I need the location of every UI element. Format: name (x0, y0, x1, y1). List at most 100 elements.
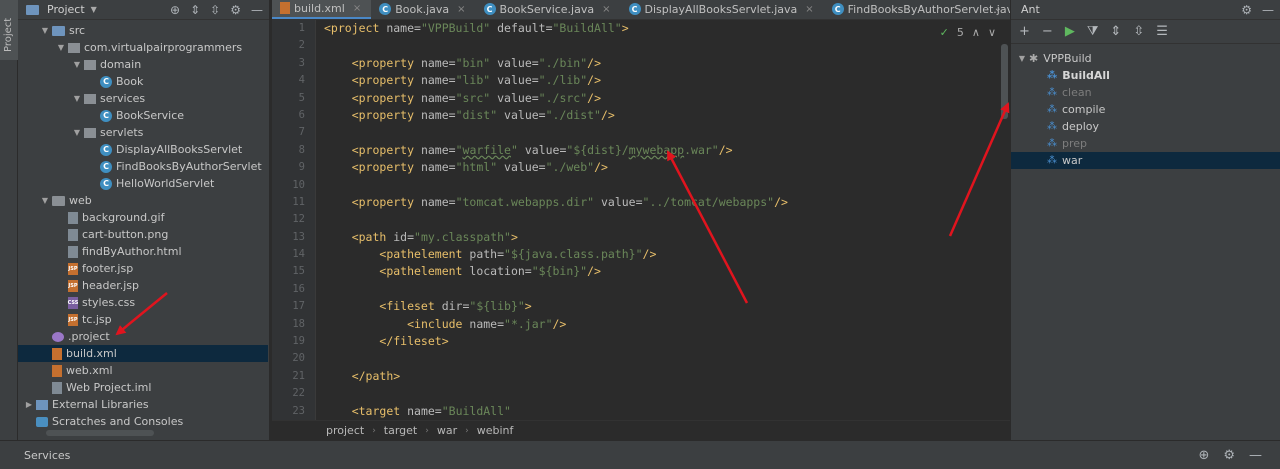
ant-target[interactable]: ⁂ prep (1011, 135, 1280, 152)
project-panel-title[interactable]: Project (47, 3, 85, 16)
chevron-right-icon: › (425, 425, 429, 436)
tree-item[interactable]: ▼ services (18, 90, 268, 107)
tree-item[interactable]: JSP footer.jsp (18, 260, 268, 277)
ant-target[interactable]: ⁂ clean (1011, 84, 1280, 101)
class-icon: C (100, 160, 112, 173)
tree-item[interactable]: .project (18, 328, 268, 345)
filter-icon[interactable]: ⧩ (1087, 24, 1099, 39)
tree-item-label: services (100, 92, 146, 105)
code-line: <property name="bin" value="./bin"/> (351, 55, 601, 70)
tree-item[interactable]: C Book (18, 73, 268, 90)
project-horizontal-scrollbar[interactable] (46, 430, 154, 436)
chevron-down-icon[interactable]: ▼ (40, 196, 50, 205)
editor-vertical-scrollbar[interactable] (1001, 44, 1008, 119)
close-icon[interactable]: × (602, 4, 610, 15)
tree-item-label: background.gif (82, 211, 165, 224)
chevron-right-icon[interactable]: ▶ (24, 400, 34, 409)
tree-item-label: styles.css (82, 296, 136, 309)
scratch-icon (36, 416, 48, 427)
ant-target[interactable]: ⁂ war (1011, 152, 1280, 169)
tree-item[interactable]: C DisplayAllBooksServlet (18, 141, 268, 158)
run-icon[interactable]: ▶ (1065, 24, 1075, 39)
chevron-right-icon: › (465, 425, 469, 436)
ant-root[interactable]: ▼ ✱ VPPBuild (1011, 50, 1280, 67)
collapse-all-icon[interactable]: ⇳ (1133, 24, 1144, 39)
ant-target[interactable]: ⁂ deploy (1011, 118, 1280, 135)
next-highlight-icon[interactable]: ∨ (988, 26, 996, 39)
chevron-down-icon[interactable]: ▼ (72, 128, 82, 137)
tree-item[interactable]: C BookService (18, 107, 268, 124)
chevron-down-icon[interactable]: ▼ (72, 60, 82, 69)
tree-item[interactable]: C FindBooksByAuthorServlet (18, 158, 268, 175)
tree-item[interactable]: build.xml (18, 345, 268, 362)
hide-icon[interactable]: — (251, 3, 263, 17)
collapse-all-icon[interactable]: ⇳ (210, 3, 220, 17)
tree-item[interactable]: web.xml (18, 362, 268, 379)
tabs-overflow-icon[interactable]: ⌄ (994, 3, 1002, 14)
close-icon[interactable]: × (805, 4, 813, 15)
breadcrumb-item[interactable]: target (384, 424, 417, 437)
project-tool-tab[interactable]: Project (0, 0, 18, 60)
locate-icon[interactable]: ⊕ (170, 3, 180, 17)
expand-all-icon[interactable]: ⇕ (1110, 24, 1121, 39)
tree-item[interactable]: JSP tc.jsp (18, 311, 268, 328)
class-icon: C (628, 3, 641, 15)
editor-tab[interactable]: C Book.java × (371, 0, 475, 19)
ant-panel-title: Ant (1021, 3, 1040, 16)
tree-item[interactable]: ▼ domain (18, 56, 268, 73)
gear-icon[interactable]: ⚙ (1223, 448, 1235, 463)
package-icon (84, 59, 96, 70)
line-number: 20 (292, 352, 305, 365)
tree-item[interactable]: JSP header.jsp (18, 277, 268, 294)
tree-item[interactable]: CSS styles.css (18, 294, 268, 311)
code-line: <property name="dist" value="./dist"/> (351, 107, 615, 122)
editor-tab[interactable]: C DisplayAllBooksServlet.java × (621, 0, 824, 19)
package-icon (84, 93, 96, 104)
code-view[interactable]: <project name="VPPBuild" default="BuildA… (324, 20, 994, 420)
breadcrumb-item[interactable]: webinf (477, 424, 514, 437)
services-title[interactable]: Services (24, 449, 70, 462)
close-icon[interactable]: × (353, 3, 361, 14)
tree-item[interactable]: cart-button.png (18, 226, 268, 243)
close-icon[interactable]: × (457, 4, 465, 15)
tree-item[interactable]: findByAuthor.html (18, 243, 268, 260)
tree-item[interactable]: ▶ External Libraries (18, 396, 268, 413)
tree-item-label: BookService (116, 109, 185, 122)
code-line: <project name="VPPBuild" default="BuildA… (324, 21, 629, 35)
tree-item[interactable]: Scratches and Consoles (18, 413, 268, 430)
file-icon (52, 381, 62, 394)
editor-tab[interactable]: C BookService.java × (476, 0, 621, 19)
tree-item[interactable]: Web Project.iml (18, 379, 268, 396)
line-number: 3 (298, 56, 305, 69)
breadcrumb-item[interactable]: project (326, 424, 364, 437)
ant-target[interactable]: ⁂ compile (1011, 101, 1280, 118)
remove-icon[interactable]: − (1042, 24, 1053, 39)
expand-all-icon[interactable]: ⇕ (190, 3, 200, 17)
inspection-widget[interactable]: ✓ 5 ∧ ∨ (940, 26, 996, 39)
hide-icon[interactable]: — (1262, 3, 1274, 17)
chevron-down-icon[interactable]: ▼ (40, 26, 50, 35)
gear-icon[interactable]: ⚙ (1241, 3, 1252, 17)
chevron-down-icon[interactable]: ▼ (72, 94, 82, 103)
chevron-down-icon[interactable]: ▼ (1017, 54, 1027, 63)
add-service-icon[interactable]: ⊕ (1198, 448, 1209, 463)
ant-target[interactable]: ⁂ BuildAll (1011, 67, 1280, 84)
previous-highlight-icon[interactable]: ∧ (972, 26, 980, 39)
tree-item[interactable]: ▼ com.virtualpairprogrammers (18, 39, 268, 56)
properties-icon[interactable]: ☰ (1156, 24, 1168, 39)
tree-item[interactable]: ▼ servlets (18, 124, 268, 141)
tree-item[interactable]: background.gif (18, 209, 268, 226)
add-icon[interactable]: + (1019, 24, 1030, 39)
tree-item-label: Web Project.iml (66, 381, 152, 394)
chevron-down-icon[interactable]: ▼ (56, 43, 66, 52)
gear-icon[interactable]: ⚙ (230, 3, 241, 17)
line-number: 19 (292, 335, 305, 348)
editor-tab[interactable]: build.xml × (272, 0, 372, 19)
breadcrumb-item[interactable]: war (437, 424, 457, 437)
tree-item[interactable]: ▼ src (18, 22, 268, 39)
tree-item[interactable]: C HelloWorldServlet (18, 175, 268, 192)
view-dropdown-icon[interactable]: ▼ (91, 5, 97, 14)
class-icon: C (483, 3, 496, 15)
hide-icon[interactable]: — (1249, 448, 1262, 463)
tree-item[interactable]: ▼ web (18, 192, 268, 209)
